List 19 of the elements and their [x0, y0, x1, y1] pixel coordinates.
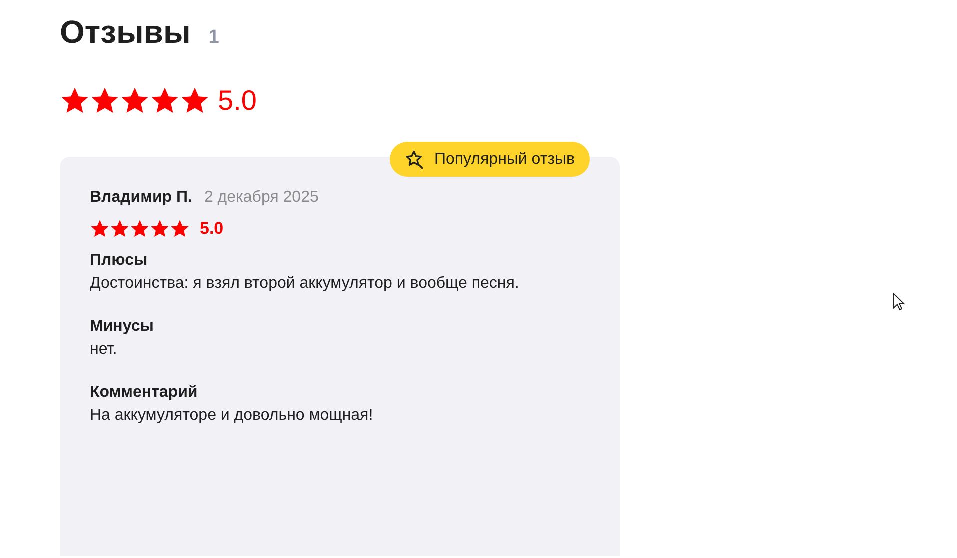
section-text: Достоинства: я взял второй аккумулятор и вообще песня.: [90, 274, 520, 294]
section-text: На аккумуляторе и довольно мощная!: [90, 406, 374, 426]
star-icon: [150, 219, 170, 239]
rating-value: 5.0: [218, 85, 257, 117]
review-count: 1: [208, 27, 220, 49]
star-icon: [90, 219, 110, 239]
cursor-icon: [893, 293, 905, 311]
star-icon: [170, 219, 190, 239]
section-title: Минусы: [90, 317, 155, 337]
section-title: Плюсы: [90, 251, 149, 271]
star-icon: [110, 219, 130, 239]
section-title: Комментарий: [90, 383, 199, 403]
section-text: нет.: [90, 340, 118, 360]
author-name: Владимир П.: [90, 189, 192, 207]
star-icon: [130, 219, 150, 239]
review-date: 2 декабря 2025: [204, 189, 319, 207]
popular-badge: Популярный отзыв: [390, 142, 590, 177]
page-title: Отзывы: [60, 14, 191, 51]
rating-value: 5.0: [200, 219, 224, 239]
